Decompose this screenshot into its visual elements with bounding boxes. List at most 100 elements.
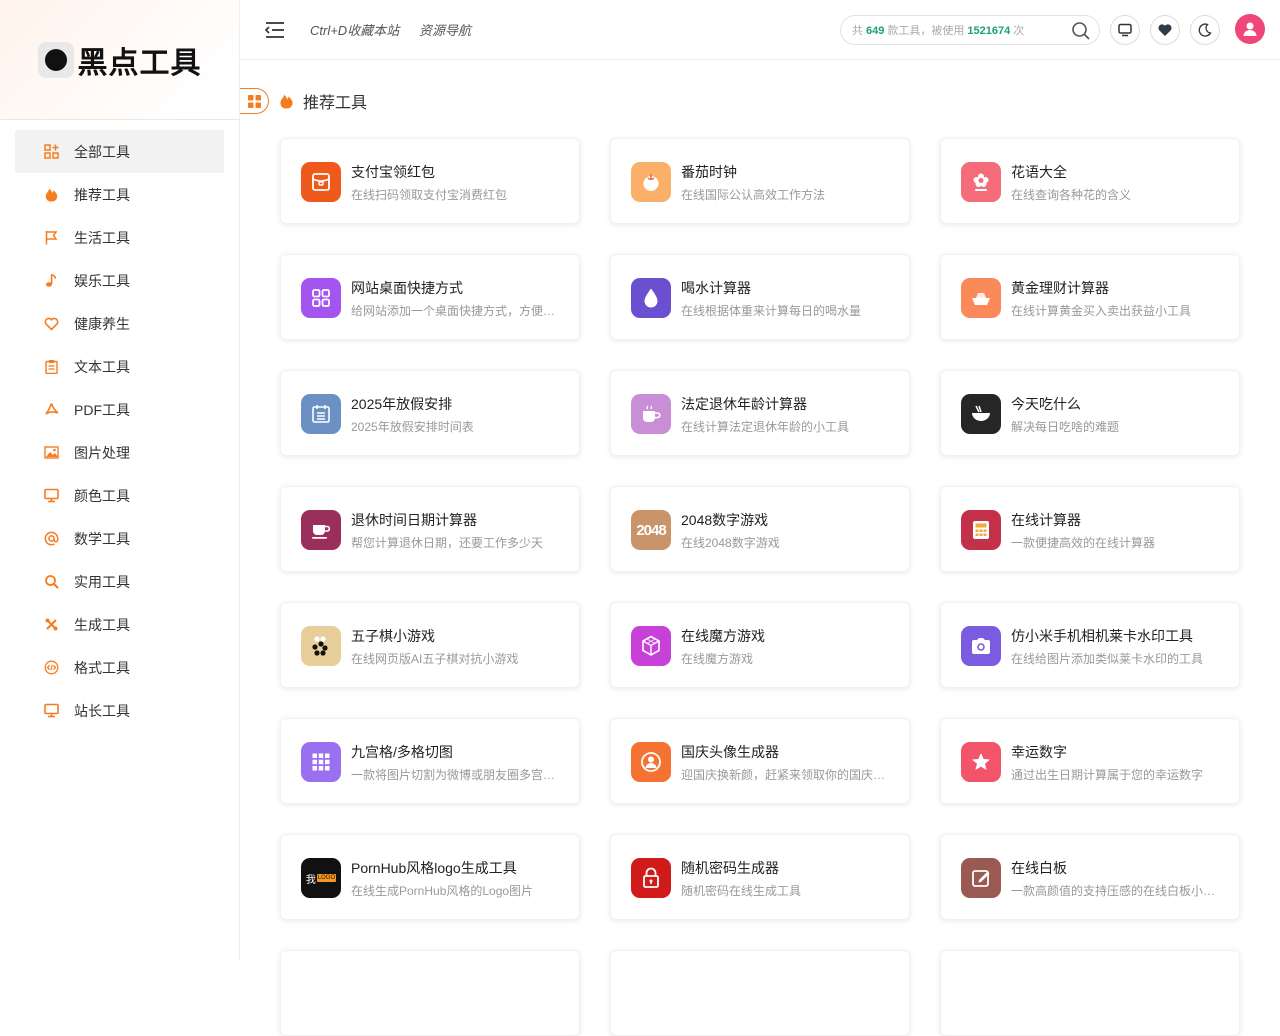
tool-card[interactable]: 仿小米手机相机莱卡水印工具 在线给图片添加类似莱卡水印的工具 <box>940 602 1240 688</box>
sidebar-item-label: 推荐工具 <box>74 186 130 203</box>
logo-text: 黑点工具 <box>77 45 202 81</box>
flower-icon <box>961 162 1001 202</box>
tool-card[interactable]: 五子棋小游戏 在线网页版AI五子棋对抗小游戏 <box>280 602 580 688</box>
tool-title: 2048数字游戏 <box>681 512 769 528</box>
tool-card[interactable]: 花语大全 在线查询各种花的含义 <box>940 138 1240 224</box>
search-prefix: 共 <box>852 25 863 37</box>
tool-card-partial[interactable] <box>610 950 910 1036</box>
tool-card[interactable]: 喝水计算器 在线根据体重来计算每日的喝水量 <box>610 254 910 340</box>
tool-title: 支付宝领红包 <box>351 164 435 180</box>
tools-icon <box>43 617 59 633</box>
sidebar-item-13[interactable]: 站长工具 <box>15 689 224 732</box>
hot-icon <box>43 187 59 203</box>
user-avatar[interactable] <box>1235 14 1265 44</box>
sidebar-item-0[interactable]: 全部工具 <box>15 130 224 173</box>
tool-card[interactable]: 番茄时钟 在线国际公认高效工作方法 <box>610 138 910 224</box>
tool-card[interactable]: 法定退休年龄计算器 在线计算法定退休年龄的小工具 <box>610 370 910 456</box>
search-icon <box>43 574 59 590</box>
tool-description: 在线网页版AI五子棋对抗小游戏 <box>351 652 519 666</box>
menu-toggle-icon[interactable] <box>264 19 286 41</box>
tool-description: 在线给图片添加类似莱卡水印的工具 <box>1011 652 1204 666</box>
tool-card[interactable]: 国庆头像生成器 迎国庆换新颜，赶紧来领取你的国庆头像吧 <box>610 718 910 804</box>
sidebar-item-5[interactable]: 文本工具 <box>15 345 224 388</box>
tool-title: 番茄时钟 <box>681 164 737 180</box>
sidebar-item-11[interactable]: 生成工具 <box>15 603 224 646</box>
tool-card[interactable]: 黄金理财计算器 在线计算黄金买入卖出获益小工具 <box>940 254 1240 340</box>
sidebar-item-6[interactable]: PDF工具 <box>15 388 224 431</box>
desktop-button[interactable] <box>1110 15 1140 45</box>
sidebar-item-label: 格式工具 <box>74 659 130 676</box>
sidebar-item-7[interactable]: 图片处理 <box>15 431 224 474</box>
sidebar-item-label: 生成工具 <box>74 616 130 633</box>
monitor-icon <box>43 703 59 719</box>
tool-description: 一款便捷高效的在线计算器 <box>1011 536 1156 550</box>
heart-icon <box>43 316 59 332</box>
tool-card[interactable]: 在线魔方游戏 在线魔方游戏 <box>610 602 910 688</box>
logo-gen-icon: 我 LOGO <box>301 858 341 898</box>
section-header: 推荐工具 <box>240 88 367 114</box>
tool-card-partial[interactable] <box>940 950 1240 1036</box>
tool-card[interactable]: 九宫格/多格切图一款将图片切割为微博或朋友圈多宫格的工具 <box>280 718 580 804</box>
tool-title: 2025年放假安排 <box>351 396 453 412</box>
tool-description: 在线魔方游戏 <box>681 652 754 666</box>
tool-description: 在线2048数字游戏 <box>681 536 780 550</box>
grid-view-button[interactable] <box>240 88 269 114</box>
use-count: 1521674 <box>967 25 1011 37</box>
search-input[interactable]: 共 649 款工具，被使用 1521674 次 <box>840 15 1100 45</box>
tool-title: PornHub风格logo生成工具 <box>351 860 517 876</box>
site-logo[interactable]: 黑点工具 <box>37 38 202 82</box>
tool-card[interactable]: 今天吃什么 解决每日吃啥的难题 <box>940 370 1240 456</box>
user-icon <box>1243 22 1257 36</box>
grid-icon <box>247 94 261 108</box>
logo-area: 黑点工具 <box>0 0 239 120</box>
bookmark-link[interactable]: Ctrl+D收藏本站 <box>310 20 399 39</box>
nine-grid-icon <box>301 742 341 782</box>
tool-title: 今天吃什么 <box>1011 396 1081 412</box>
tool-card[interactable]: 退休时间日期计算器 帮您计算退休日期，还要工作多少天 <box>280 486 580 572</box>
tool-card[interactable]: 2048 2048数字游戏 在线2048数字游戏 <box>610 486 910 572</box>
tool-description: 在线扫码领取支付宝消费红包 <box>351 188 508 202</box>
tool-card[interactable]: 幸运数字 通过出生日期计算属于您的幸运数字 <box>940 718 1240 804</box>
tool-title: 在线白板 <box>1011 860 1067 876</box>
bowl-icon <box>961 394 1001 434</box>
gold-icon <box>961 278 1001 318</box>
tool-card[interactable]: 在线计算器 一款便捷高效的在线计算器 <box>940 486 1240 572</box>
sidebar-item-label: 娱乐工具 <box>74 272 130 289</box>
tool-description: 一款将图片切割为微博或朋友圈多宫格的工具 <box>351 768 563 782</box>
tool-card[interactable]: 2025年放假安排 2025年放假安排时间表 <box>280 370 580 456</box>
dark-mode-button[interactable] <box>1190 15 1220 45</box>
tool-card[interactable]: 在线白板 一款高颜值的支持压感的在线白板小工具 <box>940 834 1240 920</box>
clipboard-icon <box>43 359 59 375</box>
tool-card[interactable]: 我 LOGO PornHub风格logo生成工具 在线生成PornHub风格的Logo… <box>280 834 580 920</box>
game-2048-icon: 2048 <box>631 510 671 550</box>
sidebar-item-2[interactable]: 生活工具 <box>15 216 224 259</box>
tool-card-partial[interactable] <box>280 950 580 1036</box>
tool-card[interactable]: 随机密码生成器 随机密码在线生成工具 <box>610 834 910 920</box>
sidebar: 黑点工具 全部工具推荐工具生活工具娱乐工具健康养生文本工具 PDF工具图片处理颜色… <box>0 0 240 960</box>
sidebar-item-label: 数学工具 <box>74 530 130 547</box>
tool-card[interactable]: 网站桌面快捷方式给网站添加一个桌面快捷方式，方便快速访问 <box>280 254 580 340</box>
monitor-icon <box>1118 23 1132 37</box>
whiteboard-icon <box>961 858 1001 898</box>
sidebar-item-1[interactable]: 推荐工具 <box>15 173 224 216</box>
cup-icon <box>631 394 671 434</box>
sidebar-item-4[interactable]: 健康养生 <box>15 302 224 345</box>
lock-icon <box>631 858 671 898</box>
sidebar-item-10[interactable]: 实用工具 <box>15 560 224 603</box>
tool-title: 喝水计算器 <box>681 280 751 296</box>
sidebar-item-label: 颜色工具 <box>74 487 130 504</box>
sidebar-item-8[interactable]: 颜色工具 <box>15 474 224 517</box>
resource-nav-link[interactable]: 资源导航 <box>419 20 471 39</box>
tool-description: 迎国庆换新颜，赶紧来领取你的国庆头像吧 <box>681 768 893 782</box>
sidebar-item-label: PDF工具 <box>74 401 130 418</box>
sidebar-item-3[interactable]: 娱乐工具 <box>15 259 224 302</box>
favorite-button[interactable] <box>1150 15 1180 45</box>
sidebar-item-label: 图片处理 <box>74 444 130 461</box>
sidebar-item-9[interactable]: 数学工具 <box>15 517 224 560</box>
search-icon[interactable] <box>1071 21 1091 41</box>
sidebar-item-label: 健康养生 <box>74 315 130 332</box>
sidebar-item-12[interactable]: 格式工具 <box>15 646 224 689</box>
tool-title: 网站桌面快捷方式 <box>351 280 463 296</box>
tool-card[interactable]: 支付宝领红包在线扫码领取支付宝消费红包 <box>280 138 580 224</box>
search-mid: 款工具，被使用 <box>887 25 965 37</box>
